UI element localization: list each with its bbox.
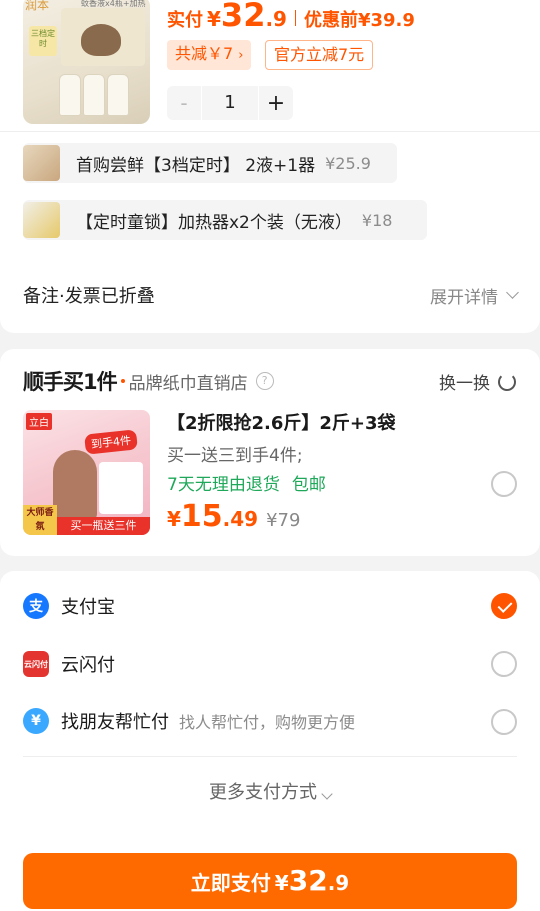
payment-description: 找人帮忙付，购物更方便 bbox=[179, 713, 356, 732]
discount-chip[interactable]: 共减￥7 › bbox=[167, 40, 252, 70]
more-payment-methods-label: 更多支付方式 bbox=[209, 782, 317, 803]
payment-radio-friend-pay[interactable] bbox=[491, 709, 517, 735]
pay-now-label: 立即支付 bbox=[190, 871, 271, 895]
image-footer-banner: 买一瓶送三件 bbox=[57, 517, 150, 535]
price-integer: 32 bbox=[220, 0, 266, 34]
addon-label: 首购尝鲜【3档定时】 2液+1器 bbox=[76, 155, 316, 176]
price-integer: 15 bbox=[180, 499, 223, 534]
payment-radio-alipay[interactable] bbox=[491, 593, 517, 619]
original-price: ¥79 bbox=[266, 510, 301, 531]
thumb-brand: 润本 bbox=[25, 0, 50, 12]
currency-symbol: ¥ bbox=[274, 871, 289, 895]
thumb-bottle bbox=[59, 74, 81, 116]
price-row: 实付 ¥ 32 .9 优惠前 ¥39.9 bbox=[167, 0, 415, 36]
currency-symbol: ¥ bbox=[167, 507, 181, 531]
thumb-badge: 三档定时 bbox=[29, 26, 57, 56]
return-policy-tag: 7天无理由退货 bbox=[167, 475, 280, 495]
more-payment-methods-button[interactable]: 更多支付方式 bbox=[0, 778, 540, 804]
note-invoice-row[interactable]: 备注·发票已折叠 展开详情 bbox=[23, 282, 519, 308]
payment-name: 云闪付 bbox=[61, 655, 115, 676]
product-card: 润本 蚊香液x4瓶+加热器x1 三档定时 实付 ¥ 32 .9 优惠前 ¥39.… bbox=[0, 0, 540, 333]
addon-price: ¥25.9 bbox=[325, 153, 371, 173]
add-on-recommendation-card: 顺手买1件 品牌纸巾直销店 ? 换一换 立白 到手4件 大师香氛 买一瓶送三件 … bbox=[0, 349, 540, 556]
help-icon[interactable]: ? bbox=[255, 372, 274, 390]
payment-radio-unionpay[interactable] bbox=[491, 651, 517, 677]
paid-label: 实付 bbox=[167, 10, 203, 31]
payment-card: 支 支付宝 云闪付 云闪付 ¥ 找朋友帮忙付 找人帮忙付，购物更方便 更多支付方… bbox=[0, 571, 540, 911]
price-decimal: .9 bbox=[327, 871, 350, 895]
image-corner-badge: 大师香氛 bbox=[23, 505, 57, 535]
thumb-bottle bbox=[83, 74, 105, 116]
unionpay-icon: 云闪付 bbox=[23, 651, 49, 677]
recommendation-subtitle: 买一送三到手4件; bbox=[167, 446, 303, 466]
addon-price: ¥18 bbox=[361, 210, 393, 230]
price-decimal: .49 bbox=[222, 507, 259, 531]
official-discount-chip: 官方立减7元 bbox=[265, 40, 374, 70]
expand-details-label: 展开详情 bbox=[430, 287, 498, 308]
swap-button[interactable]: 换一换 bbox=[439, 369, 516, 394]
quantity-stepper: - 1 + bbox=[167, 86, 293, 120]
chevron-down-icon bbox=[321, 788, 333, 800]
price-decimal: .9 bbox=[265, 7, 287, 31]
separator-dot bbox=[120, 379, 125, 383]
recommendation-price: ¥ 15 .49 ¥79 bbox=[167, 499, 300, 534]
expand-details-button[interactable]: 展开详情 bbox=[430, 283, 519, 308]
price-integer: 32 bbox=[288, 864, 328, 897]
refresh-icon bbox=[498, 372, 516, 391]
note-invoice-label: 备注·发票已折叠 bbox=[23, 286, 155, 307]
addon-image bbox=[23, 202, 60, 238]
image-package bbox=[99, 462, 143, 514]
addon-image bbox=[23, 145, 60, 181]
recommendation-brand-title: 顺手买1件 bbox=[23, 370, 118, 394]
payment-option-alipay[interactable]: 支 支付宝 bbox=[23, 586, 517, 626]
image-brand-logo: 立白 bbox=[26, 413, 52, 430]
friend-pay-icon: ¥ bbox=[23, 708, 49, 734]
payment-name: 支付宝 bbox=[61, 597, 115, 618]
thumb-bear-graphic bbox=[81, 24, 121, 56]
addon-option[interactable]: 【定时童锁】加热器x2个装（无液） ¥18 bbox=[23, 200, 427, 240]
chevron-down-icon bbox=[506, 286, 519, 299]
increase-button[interactable]: + bbox=[259, 91, 293, 116]
recommendation-header: 顺手买1件 品牌纸巾直销店 ? bbox=[23, 366, 274, 396]
product-thumbnail[interactable]: 润本 蚊香液x4瓶+加热器x1 三档定时 bbox=[23, 0, 150, 124]
price-separator bbox=[294, 10, 296, 26]
pay-now-button[interactable]: 立即支付 ¥ 32 .9 bbox=[23, 853, 517, 909]
chevron-right-icon: › bbox=[238, 48, 244, 63]
quantity-value[interactable]: 1 bbox=[201, 86, 259, 120]
recommendation-select-radio[interactable] bbox=[491, 471, 517, 497]
divider bbox=[0, 131, 540, 132]
image-banner: 到手4件 bbox=[84, 429, 138, 455]
decrease-button[interactable]: - bbox=[167, 91, 201, 115]
alipay-icon: 支 bbox=[23, 593, 49, 619]
thumb-bottle bbox=[107, 74, 129, 116]
divider bbox=[23, 756, 517, 757]
payment-option-unionpay[interactable]: 云闪付 云闪付 bbox=[23, 644, 517, 684]
addon-option[interactable]: 首购尝鲜【3档定时】 2液+1器 ¥25.9 bbox=[23, 143, 397, 183]
discount-chip-label: 共减￥7 bbox=[175, 44, 234, 63]
original-label: 优惠前 bbox=[303, 10, 358, 31]
swap-label: 换一换 bbox=[439, 374, 490, 394]
payment-option-friend-pay[interactable]: ¥ 找朋友帮忙付 找人帮忙付，购物更方便 bbox=[23, 701, 517, 741]
image-model bbox=[53, 450, 97, 520]
store-name: 品牌纸巾直销店 bbox=[128, 373, 248, 394]
addon-label: 【定时童锁】加热器x2个装（无液） bbox=[76, 212, 352, 233]
currency-symbol: ¥ bbox=[207, 7, 221, 31]
recommendation-tags: 7天无理由退货 包邮 bbox=[167, 470, 326, 495]
original-price: ¥39.9 bbox=[357, 10, 415, 31]
recommendation-image[interactable]: 立白 到手4件 大师香氛 买一瓶送三件 bbox=[23, 410, 150, 535]
recommendation-title[interactable]: 【2折限抢2.6斤】2斤+3袋 bbox=[167, 409, 396, 435]
free-shipping-tag: 包邮 bbox=[291, 475, 326, 495]
payment-name: 找朋友帮忙付 bbox=[61, 712, 169, 733]
